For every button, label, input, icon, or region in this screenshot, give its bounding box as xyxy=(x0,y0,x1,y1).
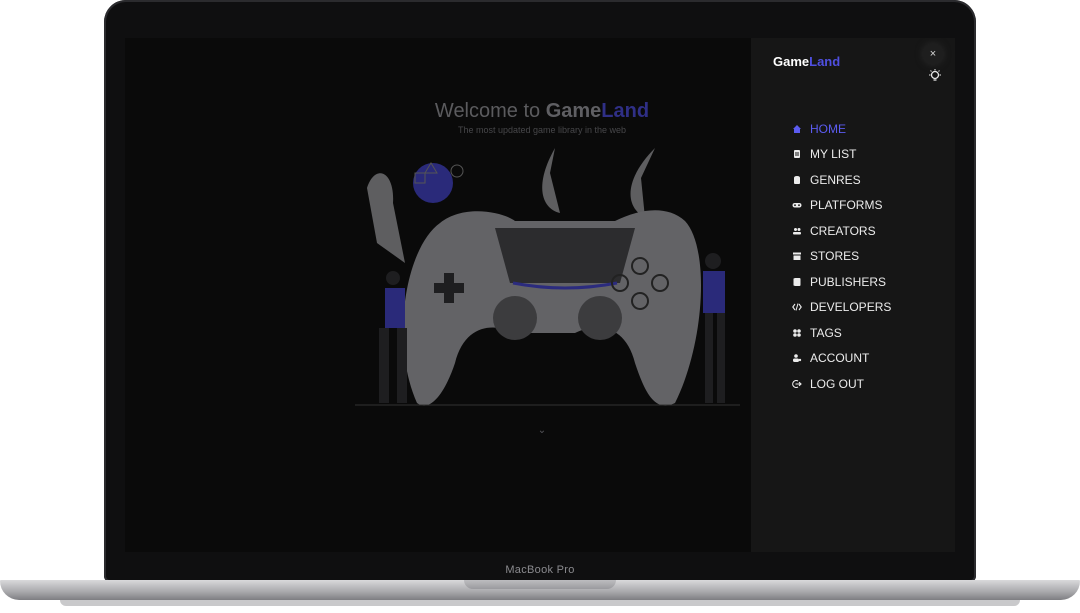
main-content: Welcome to GameLand The most updated gam… xyxy=(125,38,751,552)
book-icon xyxy=(791,276,803,288)
laptop-notch xyxy=(464,580,616,589)
menu-label: CREATORS xyxy=(810,223,876,238)
side-drawer: GameLand × HOME MY LIST GENRES PLATFORMS… xyxy=(751,38,955,552)
code-icon xyxy=(791,301,803,313)
menu-label: TAGS xyxy=(810,325,842,340)
list-icon xyxy=(791,148,803,160)
scroll-down-chevron-icon[interactable]: ⌄ xyxy=(535,424,549,438)
menu-label: PUBLISHERS xyxy=(810,274,887,289)
menu-item-account[interactable]: ACCOUNT xyxy=(791,346,891,372)
menu-item-platforms[interactable]: PLATFORMS xyxy=(791,193,891,219)
menu-item-log-out[interactable]: LOG OUT xyxy=(791,371,891,397)
hero-title-prefix: Welcome to xyxy=(434,100,546,122)
gamepad-icon xyxy=(791,199,803,211)
menu-item-tags[interactable]: TAGS xyxy=(791,320,891,346)
app-screen: Welcome to GameLand The most updated gam… xyxy=(125,38,955,552)
menu-item-developers[interactable]: DEVELOPERS xyxy=(791,295,891,321)
menu-item-home[interactable]: HOME xyxy=(791,116,891,142)
tags-icon xyxy=(791,327,803,339)
users-icon xyxy=(791,225,803,237)
device-label: MacBook Pro xyxy=(505,564,575,576)
home-icon xyxy=(791,123,803,135)
logout-icon xyxy=(791,378,803,390)
hero-brand-game: Game xyxy=(545,100,602,122)
menu-item-publishers[interactable]: PUBLISHERS xyxy=(791,269,891,295)
menu-label: PLATFORMS xyxy=(810,198,883,213)
logo-land: Land xyxy=(809,54,841,69)
menu-label: ACCOUNT xyxy=(810,351,870,366)
menu-label: GENRES xyxy=(810,172,861,187)
hero-brand-land: Land xyxy=(601,100,650,122)
menu-item-my-list[interactable]: MY LIST xyxy=(791,142,891,168)
gamepad-illustration xyxy=(355,148,740,406)
menu-item-stores[interactable]: STORES xyxy=(791,244,891,270)
lightbulb-theme-icon[interactable] xyxy=(927,68,943,84)
menu-label: HOME xyxy=(810,121,846,136)
account-icon xyxy=(791,352,803,364)
menu-item-creators[interactable]: CREATORS xyxy=(791,218,891,244)
store-icon xyxy=(791,250,803,262)
menu-label: LOG OUT xyxy=(810,376,865,391)
menu-label: DEVELOPERS xyxy=(810,300,892,315)
menu-item-genres[interactable]: GENRES xyxy=(791,167,891,193)
laptop-base-shadow xyxy=(60,600,1020,606)
drawer-logo[interactable]: GameLand xyxy=(773,54,840,69)
close-drawer-button[interactable]: × xyxy=(923,44,943,64)
drawer-menu: HOME MY LIST GENRES PLATFORMS CREATORS S… xyxy=(791,116,891,397)
genres-icon xyxy=(791,174,803,186)
logo-game: Game xyxy=(773,54,810,69)
menu-label: MY LIST xyxy=(810,147,857,162)
menu-label: STORES xyxy=(810,249,860,264)
